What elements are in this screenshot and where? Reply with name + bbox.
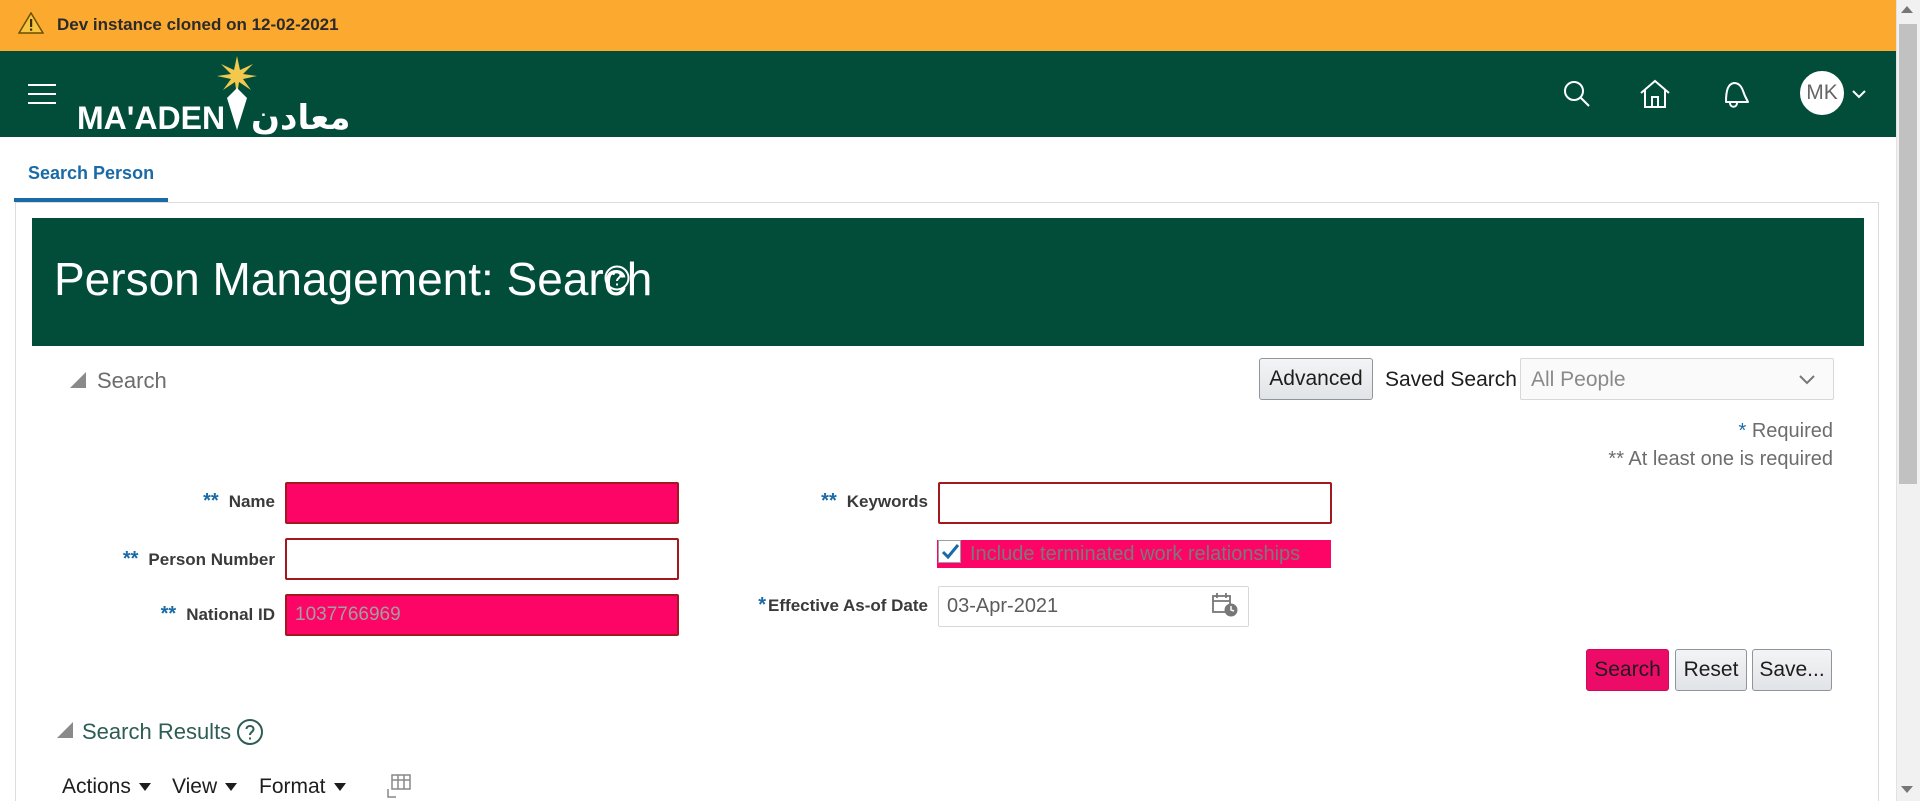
- page-title: Person Management: Search: [54, 253, 653, 305]
- checkmark-icon: [941, 544, 960, 560]
- required-note: * Required: [1738, 420, 1833, 442]
- scroll-up-arrow-icon[interactable]: [1901, 6, 1913, 13]
- required-star: *: [1738, 420, 1747, 442]
- notification-bell-icon[interactable]: [1718, 78, 1750, 110]
- effective-date-value: 03-Apr-2021: [947, 595, 1059, 617]
- effective-date-input[interactable]: 03-Apr-2021: [938, 586, 1249, 627]
- avatar[interactable]: MK: [1800, 71, 1844, 115]
- help-icon[interactable]: [603, 264, 631, 292]
- saved-search-label: Saved Search: [1385, 368, 1517, 391]
- saved-search-value: All People: [1531, 368, 1626, 391]
- advanced-button[interactable]: Advanced: [1259, 358, 1373, 400]
- search-section-header[interactable]: Search: [97, 368, 167, 394]
- name-input[interactable]: [285, 482, 679, 524]
- name-label: ** Name: [203, 490, 275, 512]
- reset-button[interactable]: Reset: [1675, 649, 1747, 691]
- search-icon[interactable]: [1561, 78, 1593, 110]
- caret-down-icon: [333, 783, 346, 792]
- banner-text: Dev instance cloned on 12-02-2021: [57, 15, 339, 34]
- scrollbar-thumb[interactable]: [1899, 24, 1917, 484]
- search-button[interactable]: Search: [1586, 649, 1669, 691]
- scroll-down-arrow-icon[interactable]: [1901, 786, 1913, 793]
- caret-down-icon: [138, 783, 151, 792]
- svg-text:معادن: معادن: [251, 98, 350, 136]
- chevron-down-icon: [1799, 375, 1815, 385]
- search-results-header[interactable]: Search Results: [82, 719, 231, 745]
- environment-banner: Dev instance cloned on 12-02-2021: [0, 0, 1920, 51]
- view-menu[interactable]: View: [172, 775, 238, 799]
- keywords-input[interactable]: [938, 482, 1332, 524]
- tab-label: Search Person: [28, 163, 155, 183]
- keywords-label: ** Keywords: [821, 490, 928, 512]
- person-number-label: ** Person Number: [122, 548, 275, 570]
- saved-search-select[interactable]: All People: [1520, 358, 1834, 400]
- format-menu[interactable]: Format: [259, 775, 346, 799]
- collapse-results-icon[interactable]: [57, 722, 73, 738]
- tab-search-person[interactable]: Search Person: [14, 155, 168, 202]
- svg-text:MA'ADEN: MA'ADEN: [77, 100, 225, 136]
- warning-icon: [18, 12, 44, 34]
- maaden-logo[interactable]: MA'ADEN معادن: [75, 54, 395, 136]
- national-id-label: ** National ID: [160, 603, 275, 625]
- actions-menu[interactable]: Actions: [62, 775, 151, 799]
- chevron-down-icon[interactable]: [1851, 86, 1867, 102]
- collapse-search-icon[interactable]: [70, 372, 86, 388]
- calendar-icon[interactable]: [1211, 592, 1239, 618]
- detach-table-icon[interactable]: [386, 773, 412, 799]
- at-least-one-note: ** At least one is required: [1608, 448, 1833, 470]
- include-terminated-label[interactable]: Include terminated work relationships: [970, 543, 1300, 566]
- save-search-button[interactable]: Save...: [1752, 649, 1832, 691]
- caret-down-icon: [225, 783, 238, 792]
- effective-date-label: * Effective As-of Date: [758, 594, 928, 616]
- include-terminated-checkbox[interactable]: [938, 540, 961, 563]
- help-icon[interactable]: [236, 718, 264, 746]
- national-id-input[interactable]: [285, 594, 679, 636]
- person-number-input[interactable]: [285, 538, 679, 580]
- menu-icon[interactable]: [28, 84, 56, 106]
- home-icon[interactable]: [1639, 78, 1671, 110]
